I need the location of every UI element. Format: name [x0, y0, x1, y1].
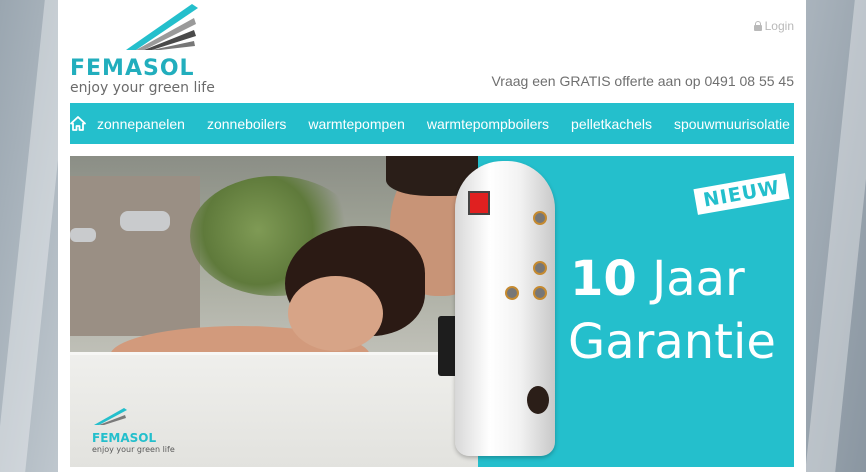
pipe-port	[533, 261, 547, 275]
home-icon	[70, 116, 86, 131]
small-logo-wordmark: FEMASOL	[92, 431, 157, 445]
nav-home-button[interactable]	[70, 103, 86, 144]
headline-guarantee: Garantie	[568, 314, 776, 370]
background-streak	[805, 0, 866, 472]
logo-wordmark: FEMASOL	[70, 56, 195, 81]
pipe-port	[505, 286, 519, 300]
control-panel	[468, 191, 490, 215]
woman-figure	[288, 276, 383, 351]
page-container: FEMASOL enjoy your green life Login Vraa…	[58, 0, 806, 472]
femasol-logo[interactable]: FEMASOL enjoy your green life	[70, 4, 230, 96]
main-navigation: zonnepanelen zonneboilers warmtepompen w…	[70, 103, 794, 144]
headline-word: Jaar	[652, 251, 745, 307]
new-badge: NIEUW	[693, 173, 790, 215]
nav-item-zonnepanelen[interactable]: zonnepanelen	[86, 116, 196, 132]
pipe-port	[533, 286, 547, 300]
nav-item-warmtepompen[interactable]: warmtepompen	[297, 116, 416, 132]
lock-icon	[753, 21, 762, 31]
headline-number: 10	[570, 251, 637, 307]
nav-item-zonneboilers[interactable]: zonneboilers	[196, 116, 297, 132]
headline-years: 10 Jaar	[570, 251, 745, 307]
hero-small-logo: FEMASOL enjoy your green life	[92, 408, 175, 454]
heater-knob	[527, 386, 549, 414]
login-label: Login	[764, 19, 794, 33]
login-link[interactable]: Login	[753, 19, 794, 33]
couple-bath-photo: FEMASOL enjoy your green life	[70, 156, 478, 467]
water-heater-product	[455, 161, 555, 456]
logo-wing-icon	[94, 408, 127, 425]
small-logo-tagline: enjoy your green life	[92, 445, 175, 454]
nav-item-pelletkachels[interactable]: pelletkachels	[560, 116, 663, 132]
faucet	[120, 211, 170, 231]
quote-phone-text: Vraag een GRATIS offerte aan op 0491 08 …	[491, 73, 794, 89]
bathroom-wall	[70, 176, 200, 336]
nav-item-spouwmuurisolatie[interactable]: spouwmuurisolatie	[663, 116, 801, 132]
logo-wing-icon	[126, 4, 198, 50]
logo-tagline: enjoy your green life	[70, 80, 215, 96]
hero-banner[interactable]: FEMASOL enjoy your green life NIEUW 10 J…	[70, 156, 794, 467]
faucet	[70, 228, 96, 242]
nav-item-warmtepompboilers[interactable]: warmtepompboilers	[416, 116, 560, 132]
pipe-port	[533, 211, 547, 225]
